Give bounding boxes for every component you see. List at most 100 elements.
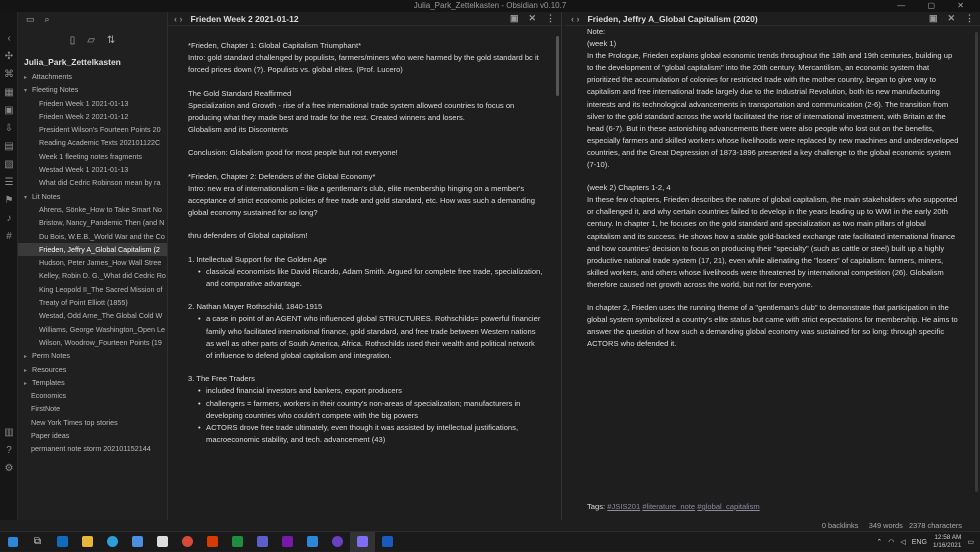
- file-item[interactable]: Frieden, Jeffry A_Global Capitalism (2: [18, 242, 167, 257]
- file-item[interactable]: Frieden Week 2 2021-01-12: [18, 110, 167, 123]
- clock[interactable]: 12:58 AM 1/16/2021: [933, 534, 961, 550]
- note-heading: *Frieden, Chapter 2: Defenders of the Gl…: [188, 171, 376, 181]
- preview-toggle-icon[interactable]: ▣: [929, 13, 938, 24]
- calendar-app-icon[interactable]: [300, 532, 325, 552]
- close-icon[interactable]: ✕: [947, 13, 955, 24]
- bullet-item: a case in point of an AGENT who influenc…: [188, 313, 543, 362]
- notifications-icon[interactable]: ▭: [967, 538, 974, 546]
- vault-icon[interactable]: ▥: [0, 424, 18, 442]
- scrollbar-right[interactable]: [975, 32, 978, 492]
- notepad-app-icon[interactable]: [150, 532, 175, 552]
- settings-gear-icon[interactable]: ⚙: [0, 460, 18, 478]
- file-item[interactable]: Williams, George Washington_Open Le: [18, 323, 167, 336]
- file-item[interactable]: Kelley, Robin D. G._What did Cedric Ro: [18, 269, 167, 282]
- folder-item[interactable]: ▸ Templates: [18, 376, 167, 389]
- teams-app-icon[interactable]: [250, 532, 275, 552]
- help-icon[interactable]: ?: [0, 442, 18, 460]
- import-icon[interactable]: ⇩: [0, 120, 18, 138]
- list-item: 2. Nathan Mayer Rothschild, 1840-1915: [188, 302, 323, 312]
- file-item[interactable]: Paper ideas: [18, 429, 167, 442]
- collapse-icon[interactable]: ‹: [0, 30, 18, 48]
- tree-item-label: Westad Week 1 2021-01-13: [39, 165, 129, 175]
- calendar-icon[interactable]: ▦: [0, 84, 18, 102]
- new-note-icon[interactable]: ▯: [70, 35, 76, 46]
- sheets-app-icon[interactable]: [225, 532, 250, 552]
- note-paragraph: Specialization and Growth - rise of a fr…: [188, 100, 515, 123]
- close-icon[interactable]: ✕: [528, 13, 536, 24]
- note-paragraph: Globalism and its Discontents: [188, 125, 289, 135]
- tag-link[interactable]: #JSIS201: [607, 502, 640, 511]
- onenote-app-icon[interactable]: [275, 532, 300, 552]
- sort-icon[interactable]: ⇅: [107, 35, 115, 46]
- file-item[interactable]: FirstNote: [18, 402, 167, 415]
- tag-link[interactable]: #global_capitalism: [697, 502, 759, 511]
- file-item[interactable]: President Wilson's Fourteen Points 20: [18, 123, 167, 136]
- folder-item[interactable]: ▸ Perm Notes: [18, 349, 167, 362]
- audio-icon[interactable]: ♪: [0, 210, 18, 228]
- file-item[interactable]: Bristow, Nancy_Pandemic Then (and N: [18, 216, 167, 229]
- tree-item-label: President Wilson's Fourteen Points 20: [39, 125, 161, 135]
- folder-item[interactable]: ▸ Attachments: [18, 70, 167, 83]
- file-item[interactable]: New York Times top stories: [18, 416, 167, 429]
- file-item[interactable]: Economics: [18, 389, 167, 402]
- tree-item-label: Paper ideas: [31, 431, 70, 441]
- folder-item[interactable]: ▸ Resources: [18, 363, 167, 376]
- chevron-right-icon: ▸: [24, 75, 28, 81]
- network-icon[interactable]: ◠: [888, 538, 894, 546]
- files-tab-icon[interactable]: ▭: [26, 14, 35, 25]
- daily-note-icon[interactable]: ▧: [0, 156, 18, 174]
- task-view-icon[interactable]: ⧉: [25, 532, 50, 552]
- word-app-icon[interactable]: [375, 532, 400, 552]
- scrollbar-left[interactable]: [556, 36, 559, 96]
- tags-label: Tags:: [587, 502, 606, 511]
- edge-app-icon[interactable]: [100, 532, 125, 552]
- file-item[interactable]: Hudson, Peter James_How Wall Stree: [18, 256, 167, 269]
- back-arrow-icon[interactable]: ‹ ›: [174, 14, 183, 24]
- search-icon[interactable]: ⌕: [45, 14, 50, 25]
- mail-app-icon[interactable]: [50, 532, 75, 552]
- store-app-icon[interactable]: [125, 532, 150, 552]
- office-app-icon[interactable]: [200, 532, 225, 552]
- back-arrow-icon[interactable]: ‹ ›: [571, 14, 580, 24]
- quick-switch-icon[interactable]: ⌘: [0, 66, 18, 84]
- file-explorer-app-icon[interactable]: [75, 532, 100, 552]
- file-item[interactable]: King Leopold II_The Sacred Mission of: [18, 283, 167, 296]
- folder-item[interactable]: ▾ Lit Notes: [18, 190, 167, 203]
- file-item[interactable]: Ahrens, Sönke_How to Take Smart No: [18, 203, 167, 216]
- file-item[interactable]: Treaty of Point Elliott (1855): [18, 296, 167, 309]
- folder-item[interactable]: ▾ Fleeting Notes: [18, 83, 167, 96]
- file-item[interactable]: Frieden Week 1 2021-01-13: [18, 97, 167, 110]
- publish-icon[interactable]: ⚑: [0, 192, 18, 210]
- backlinks-count[interactable]: 0 backlinks: [822, 521, 859, 530]
- input-language[interactable]: ENG: [912, 539, 927, 546]
- more-options-icon[interactable]: ⋮: [546, 13, 555, 24]
- window-controls[interactable]: — ▢ ✕: [897, 0, 974, 12]
- obsidian-app-icon[interactable]: [350, 531, 375, 552]
- file-item[interactable]: permanent note storm 202101152144: [18, 442, 167, 455]
- tree-item-label: King Leopold II_The Sacred Mission of: [39, 284, 163, 294]
- window-title: Julia_Park_Zettelkasten - Obsidian v0.10…: [413, 1, 567, 10]
- graph-icon[interactable]: ✣: [0, 48, 18, 66]
- file-item[interactable]: Reading Academic Texts 202101122C: [18, 136, 167, 149]
- command-icon[interactable]: ▣: [0, 102, 18, 120]
- new-folder-icon[interactable]: ▱: [87, 35, 95, 46]
- note-content-left[interactable]: *Frieden, Chapter 1: Global Capitalism T…: [168, 26, 561, 446]
- file-item[interactable]: Du Bois, W.E.B._World War and the Co: [18, 230, 167, 243]
- file-item[interactable]: Westad Week 1 2021-01-13: [18, 163, 167, 176]
- slides-icon[interactable]: ▤: [0, 138, 18, 156]
- file-item[interactable]: Westad, Odd Arne_The Global Cold W: [18, 309, 167, 322]
- more-options-icon[interactable]: ⋮: [965, 13, 974, 24]
- preview-toggle-icon[interactable]: ▣: [510, 13, 519, 24]
- tag-link[interactable]: #literature_note: [642, 502, 695, 511]
- media-app-icon[interactable]: [325, 532, 350, 552]
- windows-start-icon[interactable]: [0, 532, 25, 552]
- tray-chevron-icon[interactable]: ⌃: [876, 538, 882, 546]
- volume-icon[interactable]: ◁: [900, 538, 905, 546]
- file-item[interactable]: What did Cedric Robinson mean by ra: [18, 176, 167, 189]
- chrome-app-icon[interactable]: [175, 532, 200, 552]
- file-item[interactable]: Week 1 fleeting notes fragments: [18, 150, 167, 163]
- template-icon[interactable]: ☰: [0, 174, 18, 192]
- tag-icon[interactable]: #: [0, 228, 18, 246]
- note-content-right[interactable]: Note: (week 1) In the Prologue, Frieden …: [565, 26, 980, 350]
- file-item[interactable]: Wilson, Woodrow_Fourteen Points (19: [18, 336, 167, 349]
